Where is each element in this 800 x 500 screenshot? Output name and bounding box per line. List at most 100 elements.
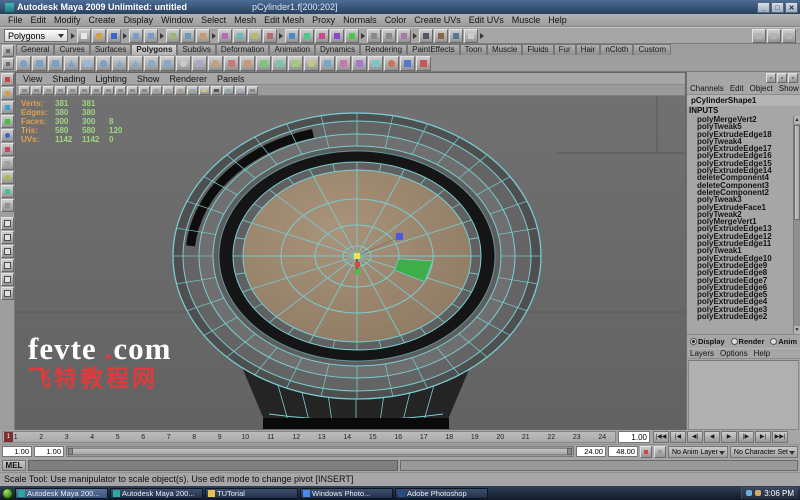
poly-soccer-ball-icon[interactable] [176,56,191,71]
persp-uv-editor-layout-icon[interactable] [1,287,14,300]
camera-attributes-icon[interactable] [31,86,42,95]
panel-menu-item[interactable]: Panels [212,74,250,84]
layer-menu-item[interactable]: Options [717,349,751,358]
mel-toggle-button[interactable]: MEL [2,460,26,471]
shelf-tab[interactable]: Polygons [131,44,177,55]
shelf-tab[interactable]: Animation [269,44,315,55]
save-scene-icon[interactable] [107,29,121,43]
sculpt-geometry-tool-icon[interactable] [208,56,223,71]
boolean-union-icon[interactable] [304,56,319,71]
range-end-handle[interactable] [567,448,572,455]
show-manipulator-tool-icon[interactable] [1,185,14,198]
image-plane-icon[interactable] [55,86,66,95]
time-slider-track[interactable]: 1 12345678910111213141516171819202122232… [2,431,616,443]
safe-action-icon[interactable] [127,86,138,95]
playback-start-field[interactable]: 1.00 [34,446,64,457]
shelf-tab[interactable]: Dynamics [315,44,360,55]
section-collapse-arrow[interactable] [70,29,76,43]
poly-cylinder-icon[interactable] [48,56,63,71]
extrude-icon[interactable] [336,56,351,71]
soft-modification-tool-icon[interactable] [1,171,14,184]
show-tool-settings-icon[interactable] [767,29,781,43]
menu-item[interactable]: Proxy [308,15,339,25]
snap-to-curve-icon[interactable] [300,29,314,43]
animation-end-field[interactable]: 48.00 [608,446,638,457]
step-back-frame-icon[interactable]: |◀ [670,431,686,443]
layer-menu-item[interactable]: Help [751,349,773,358]
xray-mode-icon[interactable] [235,86,246,95]
channel-box-menu-item[interactable]: Channels [687,84,727,94]
channel-box-scrollbar[interactable]: ▲ ▼ [793,116,800,334]
channels-layers-layout-icon[interactable] [777,73,787,83]
range-start-handle[interactable] [68,448,73,455]
menu-item[interactable]: File [4,15,27,25]
shelf-tab[interactable]: Curves [54,44,89,55]
range-slider-bar[interactable] [68,448,572,455]
auto-keyframe-icon[interactable] [640,446,652,458]
go-to-end-icon[interactable]: ▶▶| [772,431,788,443]
persp-outliner-layout-icon[interactable] [1,245,14,258]
shelf-tab[interactable]: Rendering [360,44,407,55]
shelf-tab[interactable]: nCloth [600,44,633,55]
four-pane-layout-icon[interactable] [1,231,14,244]
taskbar-button[interactable]: Windows Photo... [300,488,393,499]
snap-to-view-plane-icon[interactable] [330,29,344,43]
hypershade-layout-icon[interactable] [1,273,14,286]
film-gate-icon[interactable] [79,86,90,95]
construction-history-icon[interactable] [397,29,411,43]
current-time-marker[interactable]: 1 [4,432,13,442]
step-back-key-icon[interactable]: ◀| [687,431,703,443]
menu-set-selector[interactable]: Polygons [4,29,68,42]
merge-vertices-icon[interactable] [384,56,399,71]
select-by-component-icon[interactable] [196,29,210,43]
extract-icon[interactable] [288,56,303,71]
select-by-object-icon[interactable] [181,29,195,43]
append-to-polygon-tool-icon[interactable] [240,56,255,71]
selection-mask-vertices-icon[interactable] [218,29,232,43]
layer-list-area[interactable] [688,360,799,430]
manipulator-z-handle[interactable] [355,269,360,274]
section-collapse-arrow[interactable] [122,29,128,43]
taskbar-button[interactable]: Autodesk Maya 200... [15,488,108,499]
section-collapse-arrow[interactable] [479,29,485,43]
shelf-tab[interactable]: Fluids [522,44,553,55]
shelf-tab[interactable]: PaintEffects [407,44,460,55]
start-button[interactable] [2,488,13,499]
new-scene-icon[interactable] [77,29,91,43]
poly-pyramid-icon[interactable] [128,56,143,71]
menu-item[interactable]: Mesh [230,15,260,25]
combine-icon[interactable] [256,56,271,71]
panel-menu-item[interactable]: Show [132,74,165,84]
shelf-tab[interactable]: Deformation [216,44,270,55]
section-collapse-arrow[interactable] [211,29,217,43]
menu-item[interactable]: Edit [27,15,51,25]
move-tool-icon[interactable] [1,115,14,128]
section-collapse-arrow[interactable] [360,29,366,43]
selection-mask-edges-icon[interactable] [233,29,247,43]
field-chart-icon[interactable] [115,86,126,95]
play-forwards-icon[interactable]: ▶ [721,431,737,443]
step-forward-key-icon[interactable]: |▶ [738,431,754,443]
split-polygon-tool-icon[interactable] [224,56,239,71]
poly-plane-icon[interactable] [80,56,95,71]
selection-mask-faces-icon[interactable] [248,29,262,43]
step-forward-frame-icon[interactable]: ▶| [755,431,771,443]
animation-preferences-icon[interactable] [654,446,666,458]
menu-item[interactable]: Normals [339,15,381,25]
shelf-tab[interactable]: Toon [460,44,487,55]
menu-item[interactable]: Muscle [508,15,545,25]
scroll-down-icon[interactable]: ▼ [794,326,800,334]
menu-item[interactable]: Color [381,15,411,25]
layer-editor-tab[interactable]: Render [731,337,765,346]
shelf-tab[interactable]: Subdivs [177,44,215,55]
layer-editor-tab[interactable]: Anim [770,337,797,346]
persp-graph-editor-layout-icon[interactable] [1,259,14,272]
minimize-button[interactable]: _ [757,2,770,13]
delete-edge-icon[interactable] [416,56,431,71]
use-default-material-icon[interactable] [187,86,198,95]
universal-manipulator-tool-icon[interactable] [1,157,14,170]
character-set-dropdown[interactable]: No Character Set [730,446,798,458]
select-by-hierarchy-icon[interactable] [166,29,180,43]
layer-editor-tab[interactable]: Display [690,337,725,346]
scrollbar-thumb[interactable] [794,125,800,220]
